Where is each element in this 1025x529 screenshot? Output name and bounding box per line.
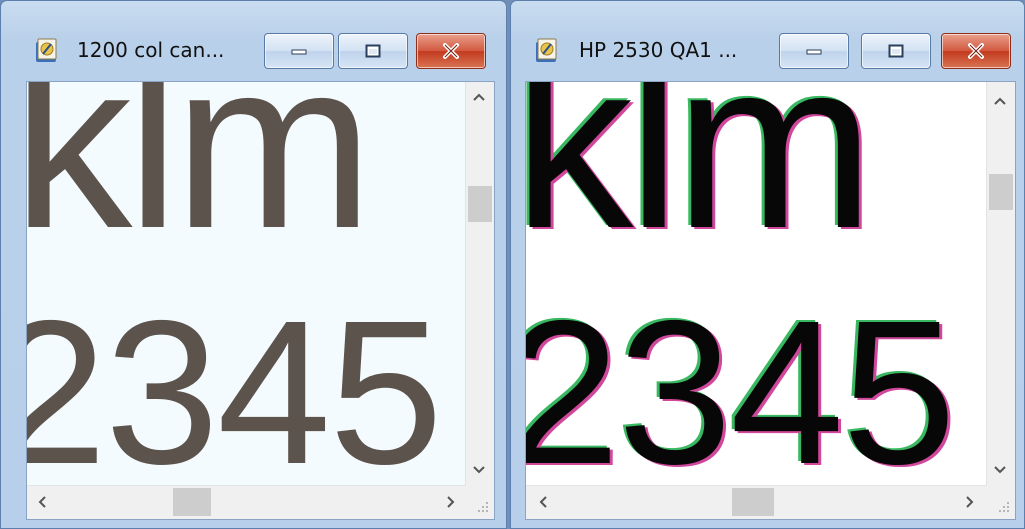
resize-grip[interactable]	[466, 486, 494, 519]
chevron-down-icon[interactable]	[472, 463, 486, 478]
horizontal-scrollbar[interactable]	[526, 485, 987, 519]
close-icon	[443, 43, 459, 59]
window-title: HP 2530 QA1 ...	[579, 38, 738, 62]
chevron-up-icon[interactable]	[472, 90, 486, 105]
maximize-button[interactable]	[338, 33, 408, 69]
resize-grip[interactable]	[987, 486, 1015, 519]
minimize-button[interactable]	[264, 33, 334, 69]
window-hp-2530[interactable]: HP 2530 QA1 ... jklm 2345	[510, 0, 1025, 529]
chevron-right-icon[interactable]	[446, 495, 456, 512]
maximize-icon	[888, 44, 904, 58]
window-1200-col[interactable]: 1200 col can... jklm 2345	[0, 0, 507, 529]
horizontal-scroll-thumb[interactable]	[173, 488, 211, 516]
vertical-scrollbar[interactable]	[465, 82, 494, 486]
chevron-down-icon[interactable]	[993, 463, 1007, 478]
close-button[interactable]	[416, 33, 486, 69]
paint-document-icon[interactable]	[533, 36, 561, 64]
minimize-button[interactable]	[779, 33, 849, 69]
horizontal-scrollbar[interactable]	[27, 485, 466, 519]
chevron-up-icon[interactable]	[993, 94, 1007, 109]
zoomed-image: jklm 2345	[27, 82, 466, 486]
glyph-line-letters: jklm	[526, 82, 875, 278]
paint-document-icon[interactable]	[33, 36, 61, 64]
vertical-scrollbar[interactable]	[986, 82, 1015, 486]
title-bar[interactable]: HP 2530 QA1 ...	[511, 1, 1024, 81]
chevron-left-icon[interactable]	[37, 495, 47, 512]
maximize-icon	[365, 44, 381, 58]
glyph-line-digits: 2345	[27, 278, 443, 486]
minimize-icon	[806, 49, 822, 55]
maximize-button[interactable]	[861, 33, 931, 69]
horizontal-scroll-thumb[interactable]	[732, 488, 774, 516]
glyph-line-digits: 2345	[526, 278, 956, 486]
glyph-line-letters: jklm	[27, 82, 374, 278]
close-icon	[968, 43, 984, 59]
chevron-left-icon[interactable]	[538, 495, 548, 512]
image-view[interactable]: jklm 2345	[26, 81, 495, 520]
zoomed-image: jklm 2345	[526, 82, 987, 486]
chevron-right-icon[interactable]	[965, 495, 975, 512]
title-bar[interactable]: 1200 col can...	[1, 1, 506, 81]
minimize-icon	[291, 49, 307, 55]
image-view[interactable]: jklm 2345	[525, 81, 1016, 520]
vertical-scroll-thumb[interactable]	[989, 174, 1013, 210]
vertical-scroll-thumb[interactable]	[468, 186, 492, 222]
window-title: 1200 col can...	[77, 38, 225, 62]
close-button[interactable]	[941, 33, 1011, 69]
